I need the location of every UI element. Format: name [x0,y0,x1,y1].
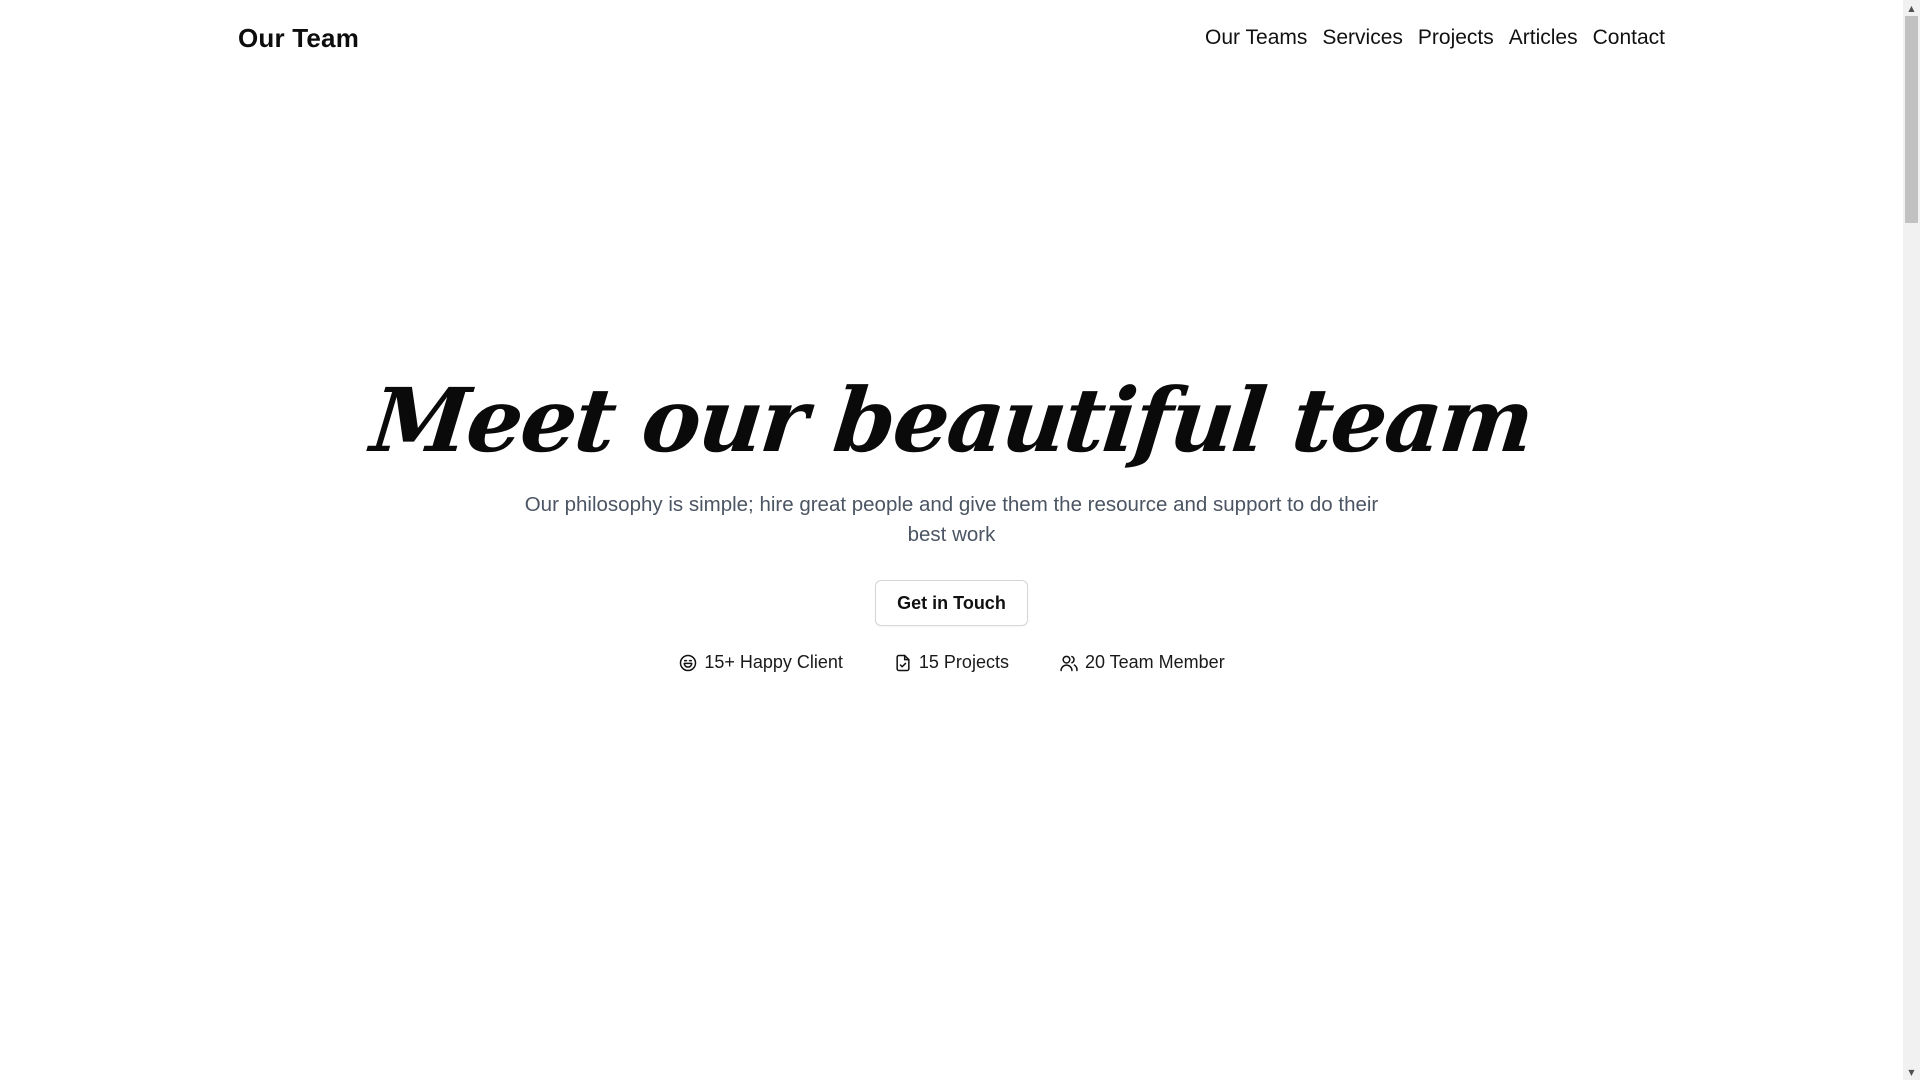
hero-section: Meet our beautiful team Our philosophy i… [0,360,1903,673]
main-nav: Our Teams Services Projects Articles Con… [1205,26,1665,50]
nav-our-teams[interactable]: Our Teams [1205,26,1307,50]
stat-happy-client: 15+ Happy Client [678,652,843,673]
scroll-up-icon[interactable]: ▲ [1903,0,1920,16]
hero-subtitle: Our philosophy is simple; hire great peo… [524,493,1379,546]
file-check-icon [893,653,913,673]
smile-icon [678,653,698,673]
stat-team-member: 20 Team Member [1059,652,1225,673]
stat-label: 20 Team Member [1084,652,1225,672]
brand-logo[interactable]: Our Team [238,23,359,54]
stat-label: 15 Projects [918,652,1009,672]
hero-title: Meet our beautiful team [366,368,1537,472]
site-header: Our Team Our Teams Services Projects Art… [238,18,1665,58]
nav-contact[interactable]: Contact [1593,26,1665,50]
stats-row: 15+ Happy Client 15 Projects 20 Team Mem… [678,652,1225,673]
nav-articles[interactable]: Articles [1509,26,1578,50]
nav-services[interactable]: Services [1322,26,1403,50]
stat-label: 15+ Happy Client [704,652,843,672]
users-icon [1059,653,1079,673]
nav-projects[interactable]: Projects [1418,26,1494,50]
stat-projects: 15 Projects [893,652,1009,673]
scroll-thumb[interactable] [1905,16,1918,223]
page: Our Team Our Teams Services Projects Art… [0,0,1903,1080]
vertical-scrollbar[interactable]: ▲ ▼ [1903,0,1920,1080]
get-in-touch-button[interactable]: Get in Touch [875,580,1028,626]
scroll-down-icon[interactable]: ▼ [1903,1064,1920,1080]
